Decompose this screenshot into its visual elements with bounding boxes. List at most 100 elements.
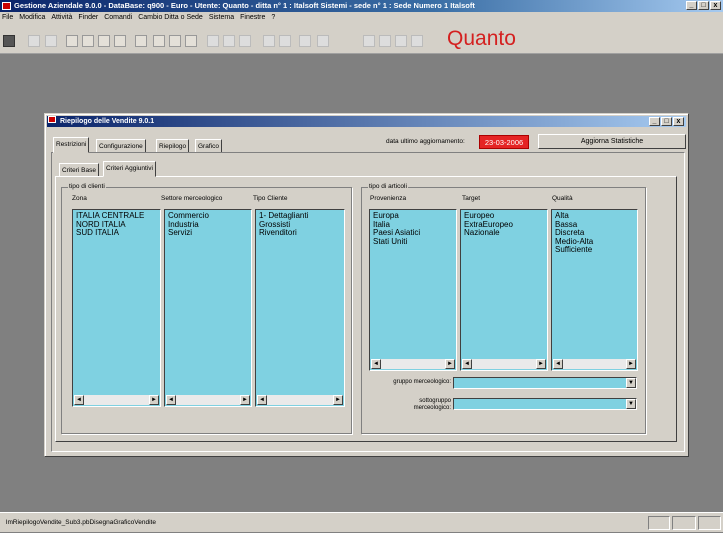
menu-bar: File Modifica Attività Finder Comandi Ca…: [0, 12, 723, 24]
chevron-down-icon[interactable]: ▼: [626, 399, 636, 409]
menu-modifica[interactable]: Modifica: [19, 12, 45, 24]
date-value: 23-03-2006: [479, 135, 529, 149]
menu-cambio-ditta[interactable]: Cambio Ditta o Sede: [138, 12, 203, 24]
cut-icon[interactable]: [153, 35, 165, 47]
target-scrollbar[interactable]: ◄ ►: [462, 359, 546, 369]
list-item[interactable]: Stati Uniti: [373, 237, 454, 247]
quanto-logo: Quanto: [447, 27, 516, 50]
qualita-scrollbar[interactable]: ◄ ►: [553, 359, 636, 369]
first-record-icon[interactable]: [263, 35, 275, 47]
scroll-right-icon[interactable]: ►: [149, 395, 159, 405]
date-label: data ultimo aggiornamento:: [386, 138, 465, 145]
sottogruppo-label: sottogruppo merceologico:: [365, 398, 451, 412]
list-item[interactable]: Nazionale: [464, 228, 545, 238]
app-title: Gestione Aziendale 9.0.0 - DataBase: q90…: [14, 1, 475, 10]
search-icon[interactable]: [223, 35, 235, 47]
subtab-criteri-base[interactable]: Criteri Base: [59, 163, 99, 177]
last-arrow-icon[interactable]: [411, 35, 423, 47]
printer-setup-icon[interactable]: [98, 35, 110, 47]
scroll-right-icon[interactable]: ►: [240, 395, 250, 405]
tab-configurazione[interactable]: Configurazione: [96, 139, 146, 153]
menu-finestre[interactable]: Finestre: [240, 12, 265, 24]
zona-header: Zona: [72, 195, 87, 202]
settore-list[interactable]: Commercio Industria Servizi ◄ ►: [164, 209, 252, 407]
prev-arrow-icon[interactable]: [379, 35, 391, 47]
child-maximize-button[interactable]: □: [661, 117, 672, 126]
zona-list[interactable]: ITALIA CENTRALE NORD ITALIA SUD ITALIA ◄…: [72, 209, 161, 407]
app-title-bar: Gestione Aziendale 9.0.0 - DataBase: q90…: [0, 0, 723, 12]
menu-attivita[interactable]: Attività: [51, 12, 72, 24]
tipo-cliente-scrollbar[interactable]: ◄ ►: [257, 395, 343, 405]
copy-icon[interactable]: [169, 35, 181, 47]
edit-record-icon[interactable]: [299, 35, 311, 47]
provenienza-list[interactable]: Europa Italia Paesi Asiatici Stati Uniti…: [369, 209, 457, 371]
scroll-left-icon[interactable]: ◄: [553, 359, 563, 369]
articles-legend: tipo di articoli: [368, 183, 408, 190]
menu-finder[interactable]: Finder: [78, 12, 98, 24]
menu-sistema[interactable]: Sistema: [209, 12, 234, 24]
scroll-left-icon[interactable]: ◄: [74, 395, 84, 405]
target-list[interactable]: Europeo ExtraEuropeo Nazionale ◄ ►: [460, 209, 548, 371]
status-bar: lmRiepilogoVendite_Sub3.pbDisegnaGrafico…: [0, 512, 723, 532]
close-button[interactable]: x: [710, 1, 721, 10]
app-icon[interactable]: [2, 2, 11, 10]
sottogruppo-merceologico-select[interactable]: ▼: [453, 398, 637, 410]
child-title: Riepilogo delle Vendite 9.0.1: [60, 118, 155, 125]
provenienza-header: Provenienza: [370, 195, 407, 202]
settore-header: Settore merceologico: [161, 195, 223, 202]
paste-icon[interactable]: [185, 35, 197, 47]
settore-scrollbar[interactable]: ◄ ►: [166, 395, 250, 405]
menu-comandi[interactable]: Comandi: [104, 12, 132, 24]
scroll-right-icon[interactable]: ►: [536, 359, 546, 369]
child-window-icon[interactable]: [48, 116, 56, 123]
print-icon[interactable]: [82, 35, 94, 47]
last-record-icon[interactable]: [317, 35, 329, 47]
tab-grafico[interactable]: Grafico: [195, 139, 222, 153]
qualita-header: Qualità: [552, 195, 573, 202]
menu-file[interactable]: File: [2, 12, 13, 24]
scroll-left-icon[interactable]: ◄: [257, 395, 267, 405]
menu-help[interactable]: ?: [271, 12, 275, 24]
status-panel: [698, 516, 721, 530]
first-arrow-icon[interactable]: [363, 35, 375, 47]
child-close-button[interactable]: x: [673, 117, 684, 126]
child-window-controls: _ □ x: [649, 117, 684, 126]
status-panel: [672, 516, 696, 530]
maximize-button[interactable]: □: [698, 1, 709, 10]
list-item[interactable]: Rivenditori: [259, 228, 342, 238]
scroll-right-icon[interactable]: ►: [445, 359, 455, 369]
find-next-icon[interactable]: [239, 35, 251, 47]
tab-restrizioni[interactable]: Restrizioni: [53, 137, 90, 153]
scroll-right-icon[interactable]: ►: [626, 359, 636, 369]
tab-riepilogo[interactable]: Riepilogo: [156, 139, 190, 153]
scroll-right-icon[interactable]: ►: [333, 395, 343, 405]
tipo-cliente-list[interactable]: 1- Dettaglianti Grossisti Rivenditori ◄ …: [255, 209, 345, 407]
qualita-list[interactable]: Alta Bassa Discreta Medio-Alta Sufficien…: [551, 209, 638, 371]
status-panel: [648, 516, 670, 530]
print-preview-icon[interactable]: [66, 35, 78, 47]
delete-icon[interactable]: [135, 35, 147, 47]
list-item[interactable]: Servizi: [168, 228, 249, 238]
list-item[interactable]: Sufficiente: [555, 245, 635, 255]
scroll-left-icon[interactable]: ◄: [166, 395, 176, 405]
aggiorna-statistiche-button[interactable]: Aggiorna Statistiche: [538, 134, 686, 149]
next-arrow-icon[interactable]: [395, 35, 407, 47]
gruppo-merceologico-select[interactable]: ▼: [453, 377, 637, 389]
pen-icon[interactable]: [45, 35, 57, 47]
subtab-criteri-aggiuntivi[interactable]: Criteri Aggiuntivi: [103, 161, 156, 177]
lightning-icon[interactable]: [28, 35, 40, 47]
toolbar: [0, 24, 723, 54]
new-record-icon[interactable]: [279, 35, 291, 47]
chevron-down-icon[interactable]: ▼: [626, 378, 636, 388]
list-item[interactable]: SUD ITALIA: [76, 228, 158, 238]
scroll-left-icon[interactable]: ◄: [462, 359, 472, 369]
zona-scrollbar[interactable]: ◄ ►: [74, 395, 159, 405]
provenienza-scrollbar[interactable]: ◄ ►: [371, 359, 455, 369]
child-title-bar: Riepilogo delle Vendite 9.0.1: [47, 116, 686, 127]
minimize-button[interactable]: _: [686, 1, 697, 10]
child-minimize-button[interactable]: _: [649, 117, 660, 126]
scroll-left-icon[interactable]: ◄: [371, 359, 381, 369]
calculator-icon[interactable]: [3, 35, 15, 47]
undo-icon[interactable]: [207, 35, 219, 47]
save-icon[interactable]: [114, 35, 126, 47]
